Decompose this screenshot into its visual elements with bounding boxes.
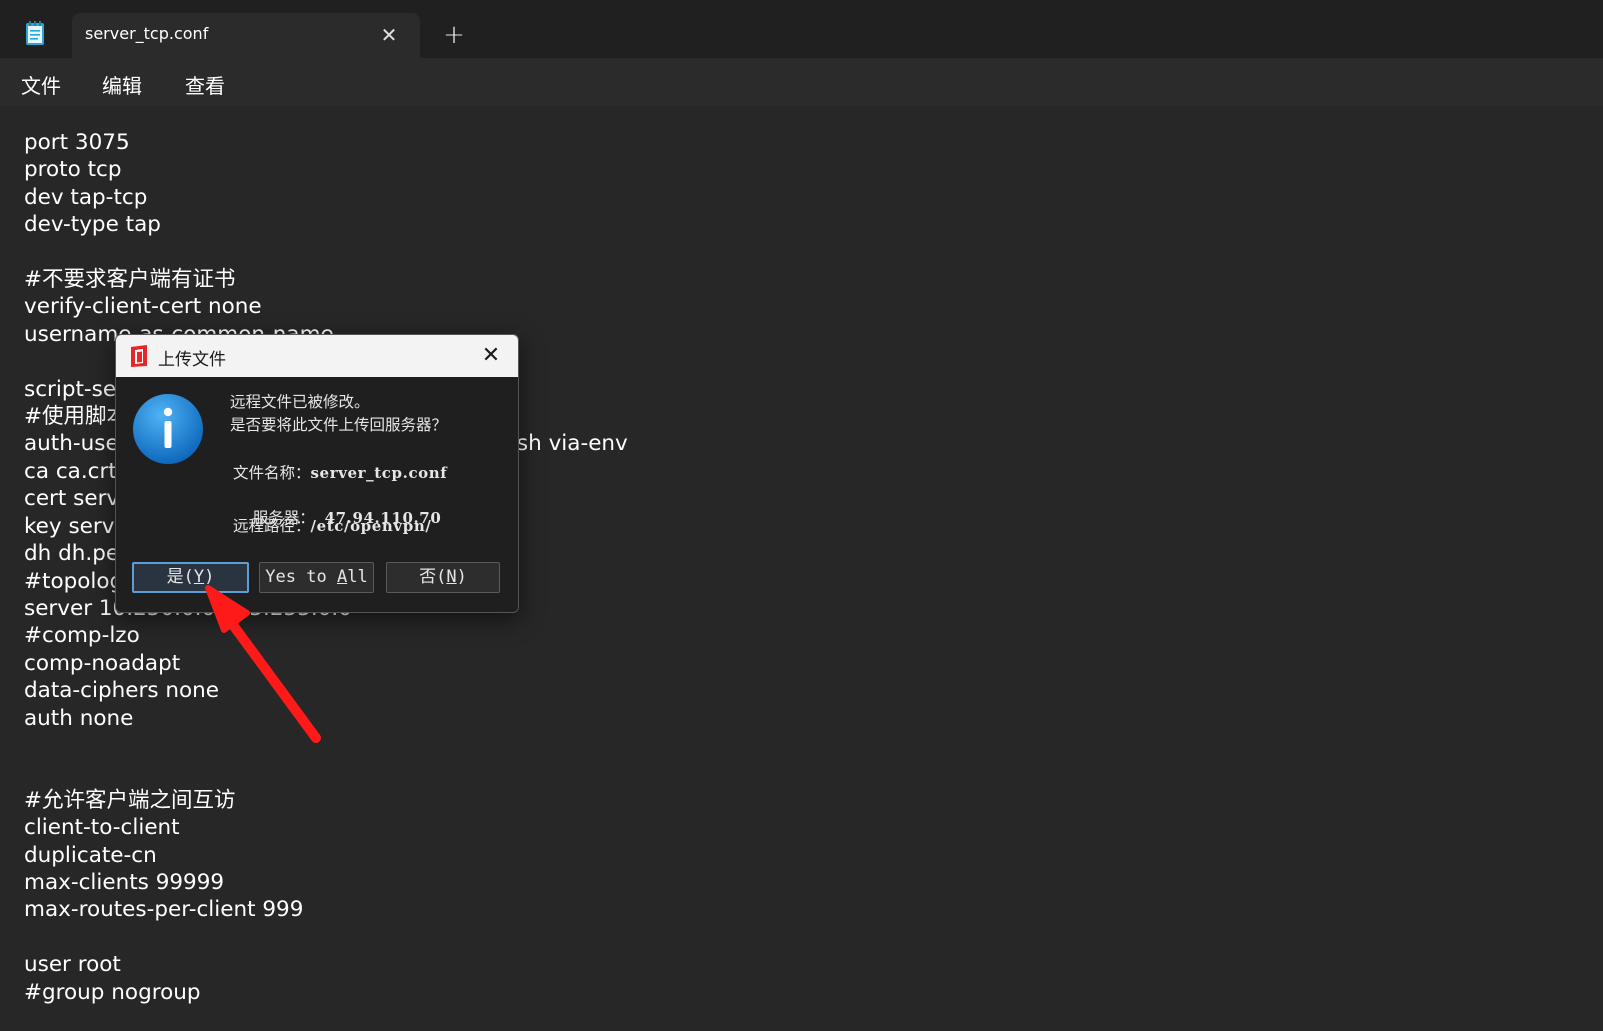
menu-view[interactable]: 查看 bbox=[185, 68, 225, 101]
info-icon bbox=[133, 394, 203, 464]
filename-value: server_tcp.conf bbox=[310, 464, 448, 482]
yes-to-all-button[interactable]: Yes to All bbox=[259, 562, 374, 593]
yes-label: 是( bbox=[166, 567, 194, 587]
yes-accelerator: Y bbox=[193, 567, 205, 587]
no-label-end: ) bbox=[456, 567, 467, 587]
new-tab-button[interactable]: + bbox=[440, 22, 468, 50]
no-label: 否( bbox=[419, 567, 447, 587]
vertical-scrollbar[interactable] bbox=[1593, 106, 1603, 1031]
message-line-2: 是否要将此文件上传回服务器？ bbox=[230, 416, 448, 434]
no-button[interactable]: 否(N) bbox=[386, 562, 500, 593]
no-accelerator: N bbox=[446, 567, 457, 587]
yes-label-end: ) bbox=[204, 567, 215, 587]
menu-bar: 文件 编辑 查看 bbox=[0, 58, 1603, 106]
dialog-message: 远程文件已被修改。 是否要将此文件上传回服务器？ bbox=[230, 391, 447, 437]
yes-to-all-label-end: ll bbox=[347, 567, 368, 587]
yes-to-all-label: Yes to bbox=[265, 567, 337, 587]
yes-to-all-accelerator: A bbox=[336, 567, 348, 587]
remote-path-label: 远程路径： bbox=[233, 517, 311, 535]
title-bar: server_tcp.conf ✕ + bbox=[0, 0, 1603, 58]
tab-title: server_tcp.conf bbox=[85, 24, 209, 43]
message-line-1: 远程文件已被修改。 bbox=[230, 393, 370, 411]
tab-server-tcp-conf[interactable]: server_tcp.conf ✕ bbox=[72, 13, 420, 58]
menu-file[interactable]: 文件 bbox=[21, 68, 61, 101]
yes-button[interactable]: 是(Y) bbox=[132, 562, 249, 593]
dialog-title: 上传文件 bbox=[158, 350, 226, 370]
filename-row: 文件名称：server_tcp.conf bbox=[233, 461, 447, 483]
dialog-close-icon[interactable]: ✕ bbox=[476, 341, 506, 371]
menu-edit[interactable]: 编辑 bbox=[102, 68, 142, 101]
dialog-title-bar: 上传文件 ✕ bbox=[116, 335, 518, 377]
upload-file-dialog: 上传文件 ✕ 远程文件已被修改。 是否要将此文件上传回服务器？ 文件名称：ser… bbox=[115, 334, 519, 613]
remote-path-value: /etc/openvpn/ bbox=[310, 517, 432, 535]
filename-label: 文件名称： bbox=[233, 464, 311, 482]
notepad-icon bbox=[26, 21, 44, 45]
app-logo-icon bbox=[131, 345, 147, 367]
tab-close-icon[interactable]: ✕ bbox=[376, 22, 402, 48]
remote-path-row: 远程路径：/etc/openvpn/ bbox=[233, 514, 431, 536]
